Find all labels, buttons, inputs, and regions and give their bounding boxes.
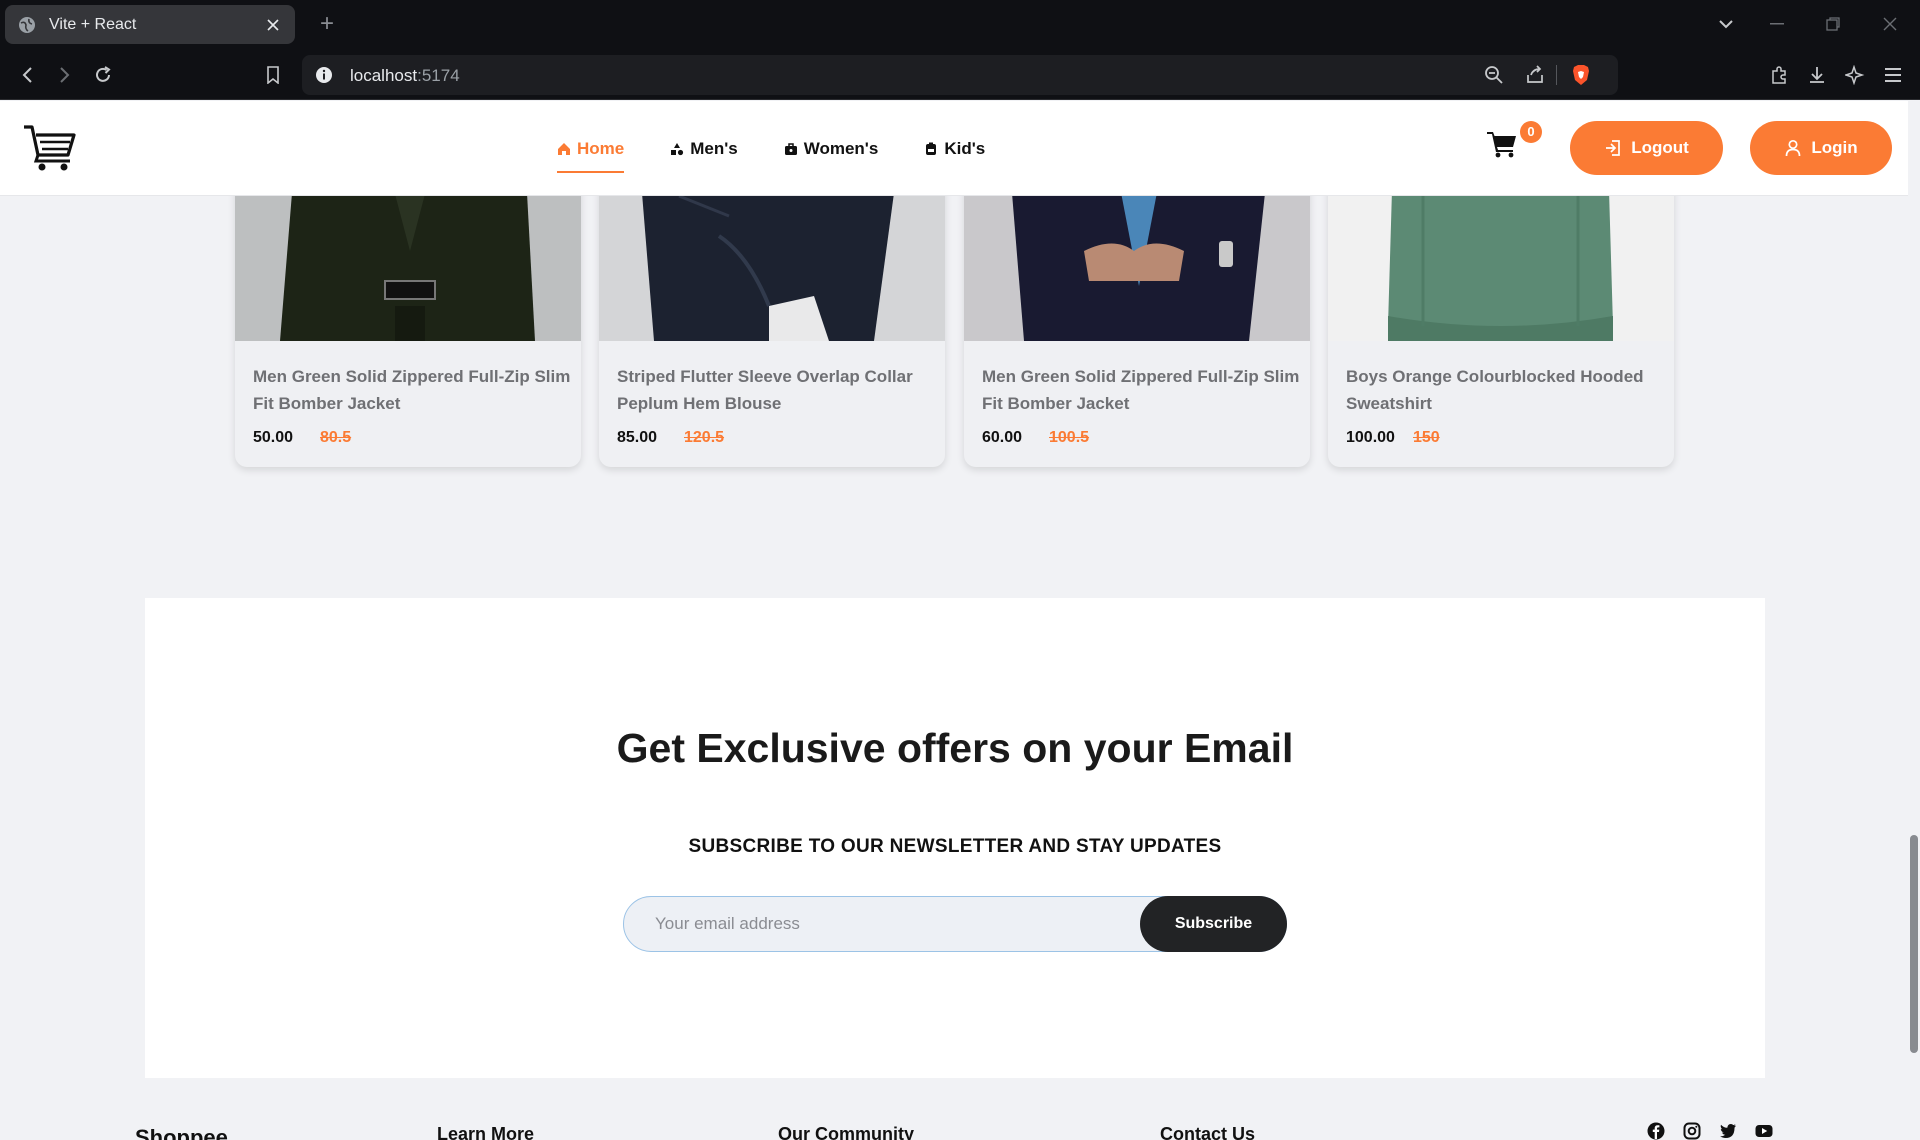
footer-contact-us: Contact Us xyxy=(1160,1124,1256,1140)
product-image[interactable] xyxy=(599,196,945,341)
product-price: 100.00 xyxy=(1346,429,1395,446)
product-image[interactable] xyxy=(235,196,581,341)
product-old-price: 80.5 xyxy=(320,429,352,446)
site-info-icon[interactable] xyxy=(314,65,334,85)
newsletter-title: Get Exclusive offers on your Email xyxy=(616,725,1294,771)
menu-icon[interactable] xyxy=(1880,62,1906,88)
address-bar[interactable]: localhost:5174 xyxy=(302,55,1618,95)
nav-womens-label: Women's xyxy=(803,138,879,158)
footer-our-community: Our Community xyxy=(778,1124,915,1140)
facebook-icon[interactable] xyxy=(1647,1122,1665,1140)
nav-home-label: Home xyxy=(577,138,625,158)
forward-icon[interactable] xyxy=(52,62,78,88)
logout-icon xyxy=(1604,139,1622,157)
product-name[interactable]: Men Green Solid Zippered Full-Zip Slim F… xyxy=(982,363,1302,417)
newsletter-section: Get Exclusive offers on your Email SUBSC… xyxy=(145,598,1765,1078)
shopping-cart-logo-icon[interactable] xyxy=(22,123,78,173)
url-port: :5174 xyxy=(417,66,460,85)
bookmark-icon[interactable] xyxy=(260,62,286,88)
product-image[interactable] xyxy=(1328,196,1674,341)
nav-mens[interactable]: Men's xyxy=(670,129,738,169)
product-image[interactable] xyxy=(964,196,1310,341)
shapes-icon xyxy=(670,142,684,156)
new-tab-button[interactable]: + xyxy=(313,10,341,38)
twitter-icon[interactable] xyxy=(1719,1122,1737,1140)
product-card[interactable]: Striped Flutter Sleeve Overlap Collar Pe… xyxy=(599,196,945,467)
extensions-icon[interactable] xyxy=(1766,62,1792,88)
download-icon[interactable] xyxy=(1804,62,1830,88)
product-name[interactable]: Striped Flutter Sleeve Overlap Collar Pe… xyxy=(617,363,937,417)
footer-brand: Shoppee xyxy=(135,1125,228,1140)
nav-home[interactable]: Home xyxy=(557,129,625,173)
nav-womens[interactable]: Women's xyxy=(784,129,879,169)
restore-icon[interactable] xyxy=(1821,12,1845,36)
product-price: 85.00 xyxy=(617,429,658,446)
newsletter-subtitle: SUBSCRIBE TO OUR NEWSLETTER AND STAY UPD… xyxy=(688,836,1222,857)
login-button[interactable]: Login xyxy=(1750,121,1892,175)
browser-tab[interactable]: Vite + React xyxy=(5,5,295,44)
product-card[interactable]: Boys Orange Colourblocked Hooded Sweatsh… xyxy=(1328,196,1674,467)
url-host: localhost xyxy=(350,66,418,85)
youtube-icon[interactable] xyxy=(1755,1122,1773,1140)
zoom-icon[interactable] xyxy=(1483,64,1505,86)
backpack-icon xyxy=(924,142,938,156)
product-grid: Men Green Solid Zippered Full-Zip Slim F… xyxy=(0,196,1908,496)
product-price: 50.00 xyxy=(253,429,294,446)
footer-learn-more: Learn More xyxy=(437,1124,535,1140)
logout-button[interactable]: Logout xyxy=(1570,121,1723,175)
home-icon xyxy=(557,142,571,156)
leo-ai-icon[interactable] xyxy=(1842,62,1868,88)
instagram-icon[interactable] xyxy=(1683,1122,1701,1140)
briefcase-icon xyxy=(784,142,798,156)
close-tab-icon[interactable] xyxy=(263,15,283,35)
product-card[interactable]: Men Green Solid Zippered Full-Zip Slim F… xyxy=(235,196,581,467)
cart-count-badge: 0 xyxy=(1520,121,1542,143)
product-old-price: 150 xyxy=(1413,429,1440,446)
product-price: 60.00 xyxy=(982,429,1023,446)
product-old-price: 100.5 xyxy=(1049,429,1090,446)
main-nav: Home Men's Women's Kid's xyxy=(557,101,1031,196)
login-label: Login xyxy=(1811,138,1858,157)
omnibox-separator xyxy=(1556,65,1557,85)
newsletter-form: Subscribe xyxy=(623,896,1287,952)
close-window-icon[interactable] xyxy=(1878,12,1902,36)
nav-mens-label: Men's xyxy=(690,138,738,158)
tab-title: Vite + React xyxy=(49,15,137,33)
subscribe-button[interactable]: Subscribe xyxy=(1140,896,1287,952)
page-scrollbar-thumb[interactable] xyxy=(1910,835,1918,1053)
tab-search-chevron-icon[interactable] xyxy=(1714,12,1738,36)
product-name[interactable]: Men Green Solid Zippered Full-Zip Slim F… xyxy=(253,363,573,417)
nav-kids-label: Kid's xyxy=(944,138,986,158)
minimize-icon[interactable] xyxy=(1765,12,1789,36)
brave-shields-icon[interactable] xyxy=(1570,64,1592,86)
globe-icon xyxy=(17,15,37,35)
product-name[interactable]: Boys Orange Colourblocked Hooded Sweatsh… xyxy=(1346,363,1666,417)
back-icon[interactable] xyxy=(14,62,40,88)
product-card[interactable]: Men Green Solid Zippered Full-Zip Slim F… xyxy=(964,196,1310,467)
product-old-price: 120.5 xyxy=(684,429,725,446)
share-icon[interactable] xyxy=(1524,64,1546,86)
browser-tab-strip: Vite + React + xyxy=(0,0,1920,50)
reload-icon[interactable] xyxy=(90,62,116,88)
user-icon xyxy=(1784,139,1802,157)
email-input[interactable] xyxy=(624,897,1144,951)
cart-icon[interactable] xyxy=(1487,130,1517,158)
nav-kids[interactable]: Kid's xyxy=(924,129,985,169)
logout-label: Logout xyxy=(1631,138,1689,157)
url-text: localhost:5174 xyxy=(350,66,460,86)
